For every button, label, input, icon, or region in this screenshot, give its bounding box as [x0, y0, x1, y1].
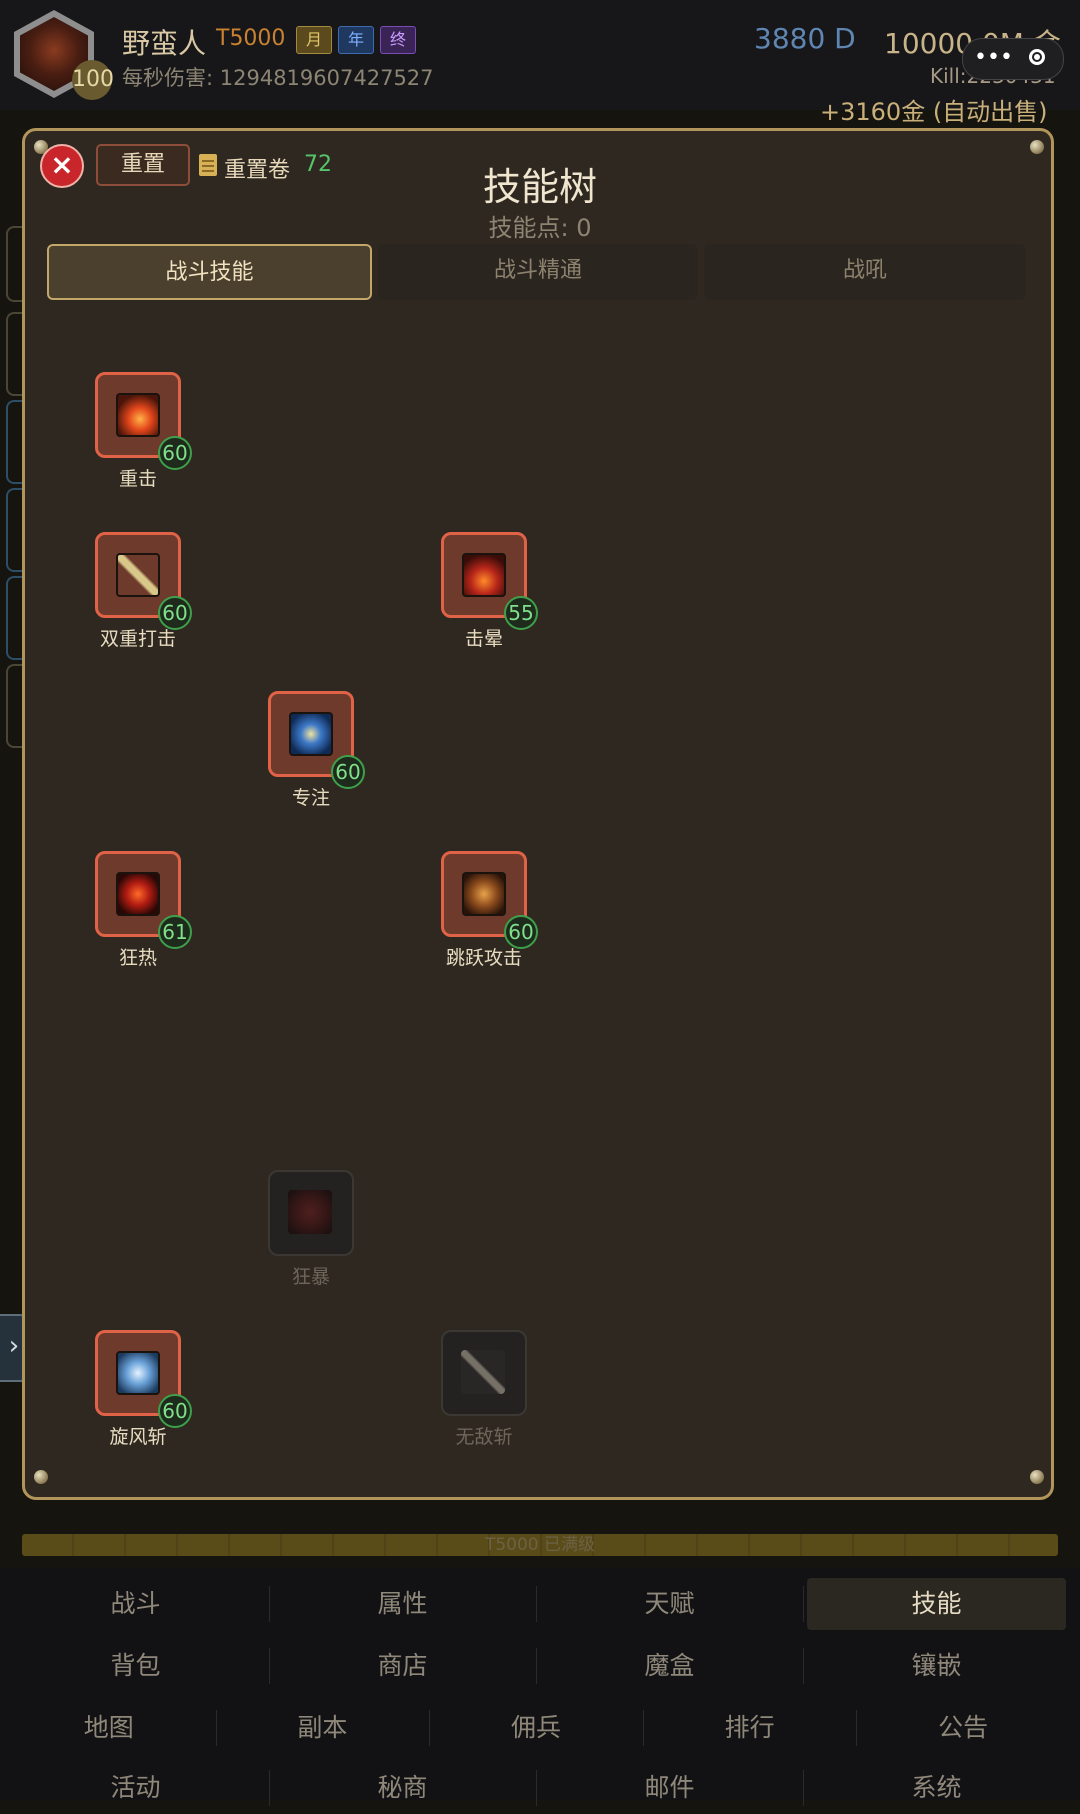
- rivet-icon: [1030, 140, 1044, 154]
- nav-item[interactable]: 技能: [807, 1578, 1066, 1630]
- nav-divider: [215, 1710, 217, 1746]
- skill-tree-panel: [22, 128, 1054, 1500]
- nav-item[interactable]: 战斗: [6, 1578, 265, 1630]
- tab-combat-skills[interactable]: 战斗技能: [47, 244, 372, 300]
- tier-progress-label: T5000 已满级: [484, 1535, 596, 1555]
- focus-icon: [289, 712, 333, 756]
- auto-sell-reward: +3160金 (自动出售): [820, 98, 1048, 126]
- skill-name: 无敌斩: [455, 1426, 513, 1448]
- skill-name: 击晕: [464, 628, 503, 650]
- skill-points: 技能点: 0: [488, 214, 592, 242]
- tab-war-cry[interactable]: 战吼: [704, 244, 1026, 300]
- tag-month: 月: [296, 26, 332, 54]
- reset-button[interactable]: 重置: [96, 144, 190, 186]
- nav-divider: [803, 1648, 804, 1684]
- nav-item[interactable]: 系统: [807, 1762, 1066, 1814]
- close-target-icon[interactable]: [1029, 49, 1045, 65]
- skill-name: 重击: [118, 468, 157, 490]
- dps-label: 每秒伤害: 1294819607427527: [122, 66, 434, 90]
- nav-divider: [642, 1710, 644, 1746]
- stun-icon: [462, 553, 506, 597]
- skill-name: 跳跃攻击: [445, 947, 522, 969]
- reset-scroll-label: 重置卷: [224, 158, 291, 183]
- leap-attack-icon: [462, 872, 506, 916]
- nav-item[interactable]: 镶嵌: [807, 1640, 1066, 1692]
- player-tier: T5000: [216, 26, 286, 51]
- nav-item[interactable]: 公告: [860, 1702, 1066, 1754]
- skill-name: 狂热: [118, 947, 157, 969]
- nav-divider: [856, 1710, 858, 1746]
- panel-title: 技能树: [482, 165, 597, 209]
- nav-item[interactable]: 邮件: [540, 1762, 799, 1814]
- skill-name: 专注: [291, 787, 330, 809]
- tab-combat-mastery[interactable]: 战斗精通: [378, 244, 698, 300]
- berserk-icon: [288, 1190, 332, 1234]
- nav-item[interactable]: 地图: [6, 1702, 212, 1754]
- skill-name: 双重打击: [99, 628, 176, 650]
- nav-item[interactable]: 属性: [273, 1578, 532, 1630]
- double-swords-icon: [116, 553, 160, 597]
- nav-item[interactable]: 活动: [6, 1762, 265, 1814]
- nav-item[interactable]: 副本: [220, 1702, 426, 1754]
- nav-divider: [803, 1770, 804, 1806]
- nav-divider: [536, 1586, 537, 1622]
- nav-item[interactable]: 魔盒: [540, 1640, 799, 1692]
- heavy-strike-icon: [116, 393, 160, 437]
- nav-divider: [269, 1586, 270, 1622]
- nav-item[interactable]: 排行: [647, 1702, 853, 1754]
- invincible-slash-icon: [461, 1350, 505, 1394]
- rivet-icon: [34, 1470, 48, 1484]
- more-icon[interactable]: •••: [974, 45, 1013, 71]
- nav-item[interactable]: 佣兵: [433, 1702, 639, 1754]
- player-name: 野蛮人: [122, 27, 207, 60]
- nav-divider: [536, 1648, 537, 1684]
- nav-divider: [536, 1770, 537, 1806]
- skill-name: 旋风斩: [109, 1426, 167, 1448]
- reset-scroll-count: 72: [304, 152, 332, 177]
- tag-year: 年: [338, 26, 374, 54]
- whirlwind-icon: [116, 1351, 160, 1395]
- nav-divider: [803, 1586, 804, 1622]
- nav-item[interactable]: 背包: [6, 1640, 265, 1692]
- close-button[interactable]: ×: [40, 144, 84, 188]
- nav-divider: [269, 1648, 270, 1684]
- player-level-badge: 100: [72, 60, 114, 100]
- skill-node[interactable]: [268, 1170, 354, 1256]
- reset-scroll-icon: [199, 154, 217, 176]
- nav-item[interactable]: 天赋: [540, 1578, 799, 1630]
- currency-d: 3880 D: [754, 22, 856, 55]
- frenzy-icon: [116, 872, 160, 916]
- tag-final: 终: [380, 26, 416, 54]
- rivet-icon: [1030, 1470, 1044, 1484]
- skill-name: 狂暴: [291, 1266, 330, 1288]
- nav-divider: [429, 1710, 431, 1746]
- nav-item[interactable]: 秘商: [273, 1762, 532, 1814]
- nav-divider: [269, 1770, 270, 1806]
- skill-node[interactable]: [441, 1330, 527, 1416]
- nav-item[interactable]: 商店: [273, 1640, 532, 1692]
